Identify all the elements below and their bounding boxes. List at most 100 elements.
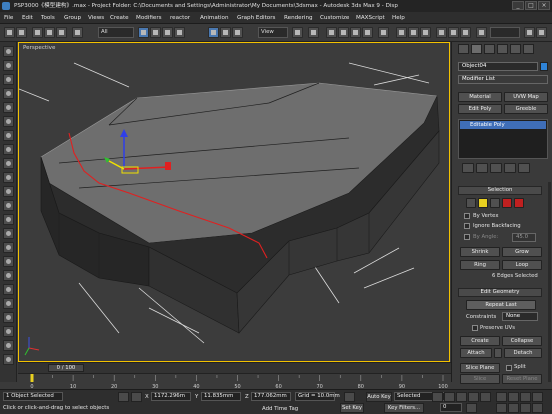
time-slider-thumb[interactable]: 0 / 100 (48, 364, 84, 372)
named-selection-icon[interactable] (378, 27, 389, 38)
tool-icon-10[interactable] (3, 172, 14, 183)
spinner-snap-icon[interactable] (362, 27, 373, 38)
maximize-button[interactable]: □ (525, 1, 537, 10)
shrink-button[interactable]: Shrink (460, 247, 500, 257)
tool-icon-15[interactable] (3, 242, 14, 253)
modifier-stack[interactable]: Editable Poly (458, 119, 548, 159)
align-icon[interactable] (408, 27, 419, 38)
pivot-center-icon[interactable] (292, 27, 303, 38)
render-setup-icon[interactable] (476, 27, 487, 38)
quick-render-icon[interactable] (524, 27, 535, 38)
hierarchy-tab[interactable] (484, 44, 495, 54)
tool-icon-9[interactable] (3, 158, 14, 169)
menu-rendering[interactable]: Rendering (284, 12, 313, 24)
tool-icon-6[interactable] (3, 116, 14, 127)
slice-plane-button[interactable]: Slice Plane (460, 363, 500, 373)
material-editor-icon[interactable] (460, 27, 471, 38)
tool-icon-2[interactable] (3, 60, 14, 71)
angle-snap-icon[interactable] (338, 27, 349, 38)
attach-settings-icon[interactable] (494, 348, 502, 358)
tool-icon-5[interactable] (3, 102, 14, 113)
selection-rollout-header[interactable]: Selection (458, 186, 542, 195)
object-name-field[interactable]: Object04 (458, 62, 538, 71)
loop-button[interactable]: Loop (502, 260, 542, 270)
uvw-map-button[interactable]: UVW Map (504, 92, 548, 102)
zoom-icon[interactable] (496, 392, 507, 402)
lock-selection-icon[interactable] (118, 392, 129, 402)
tool-icon-18[interactable] (3, 284, 14, 295)
pan-icon[interactable] (508, 403, 519, 413)
menu-animation[interactable]: Animation (200, 12, 229, 24)
render-type-dropdown[interactable] (490, 27, 520, 38)
preserve-uvs-checkbox[interactable] (472, 325, 478, 331)
bind-space-warp-icon[interactable] (56, 27, 67, 38)
current-frame-field[interactable]: 0 (440, 403, 462, 412)
tool-icon-12[interactable] (3, 200, 14, 211)
display-tab[interactable] (510, 44, 521, 54)
rectangular-selection-icon[interactable] (162, 27, 173, 38)
select-filter-icon[interactable] (72, 27, 83, 38)
tool-icon-19[interactable] (3, 298, 14, 309)
auto-key-button[interactable]: Auto Key (366, 392, 392, 402)
show-end-result-icon[interactable] (476, 163, 488, 173)
angle-spinner[interactable]: 45.0 (512, 233, 536, 242)
menu-file[interactable]: File (4, 12, 13, 24)
command-panel-scrollbar[interactable] (548, 182, 551, 382)
menu-graph-editors[interactable]: Graph Editors (237, 12, 275, 24)
remove-modifier-icon[interactable] (504, 163, 516, 173)
grow-button[interactable]: Grow (502, 247, 542, 257)
add-time-tag[interactable]: Add Time Tag (262, 406, 298, 412)
tool-icon-17[interactable] (3, 270, 14, 281)
time-configuration-icon[interactable] (466, 403, 477, 413)
edit-geometry-rollout-header[interactable]: Edit Geometry (458, 288, 542, 297)
element-mode-icon[interactable] (514, 198, 524, 208)
tool-icon-22[interactable] (3, 340, 14, 351)
z-coordinate[interactable]: 177.062mm (251, 392, 291, 401)
curve-editor-icon[interactable] (436, 27, 447, 38)
menu-maxscript[interactable]: MAXScript (356, 12, 385, 24)
x-coordinate[interactable]: 1172.296m (151, 392, 191, 401)
unlink-icon[interactable] (44, 27, 55, 38)
slice-button[interactable]: Slice (460, 374, 500, 384)
menu-create[interactable]: Create (110, 12, 129, 24)
pin-stack-icon[interactable] (462, 163, 474, 173)
snaps-toggle-icon[interactable] (326, 27, 337, 38)
edge-mode-icon[interactable] (478, 198, 488, 208)
menu-help[interactable]: Help (392, 12, 405, 24)
menu-group[interactable]: Group (64, 12, 81, 24)
create-tab[interactable] (458, 44, 469, 54)
select-by-name-icon[interactable] (150, 27, 161, 38)
tool-icon-3[interactable] (3, 74, 14, 85)
border-mode-icon[interactable] (490, 198, 500, 208)
tool-icon-23[interactable] (3, 354, 14, 365)
menu-reactor[interactable]: reactor (170, 12, 190, 24)
reset-plane-button[interactable]: Reset Plane (502, 374, 542, 384)
render-last-icon[interactable] (536, 27, 547, 38)
object-color-swatch[interactable] (540, 62, 548, 71)
tool-icon-8[interactable] (3, 144, 14, 155)
tool-icon-7[interactable] (3, 130, 14, 141)
zoom-extents-icon[interactable] (520, 392, 531, 402)
polygon-mode-icon[interactable] (502, 198, 512, 208)
schematic-view-icon[interactable] (448, 27, 459, 38)
modify-tab[interactable] (471, 44, 482, 54)
configure-sets-icon[interactable] (518, 163, 530, 173)
by-angle-checkbox[interactable] (464, 234, 470, 240)
window-crossing-icon[interactable] (174, 27, 185, 38)
menu-edit[interactable]: Edit (22, 12, 33, 24)
zoom-extents-all-icon[interactable] (532, 392, 543, 402)
mirror-icon[interactable] (396, 27, 407, 38)
minimize-button[interactable]: _ (512, 1, 524, 10)
extruded-slab-mesh[interactable] (40, 82, 440, 334)
zoom-all-icon[interactable] (508, 392, 519, 402)
go-to-end-icon[interactable] (480, 392, 491, 402)
field-of-view-icon[interactable] (496, 403, 507, 413)
scale-icon[interactable] (232, 27, 243, 38)
greeble-button[interactable]: Greeble (504, 104, 548, 114)
stack-item-editable-poly[interactable]: Editable Poly (460, 121, 546, 129)
edit-poly-button[interactable]: Edit Poly (458, 104, 502, 114)
track-bar[interactable]: 0 10 20 30 40 50 60 70 80 90 100 (18, 373, 451, 390)
y-coordinate[interactable]: 11.835mm (201, 392, 241, 401)
menu-tools[interactable]: Tools (41, 12, 55, 24)
tool-icon-13[interactable] (3, 214, 14, 225)
